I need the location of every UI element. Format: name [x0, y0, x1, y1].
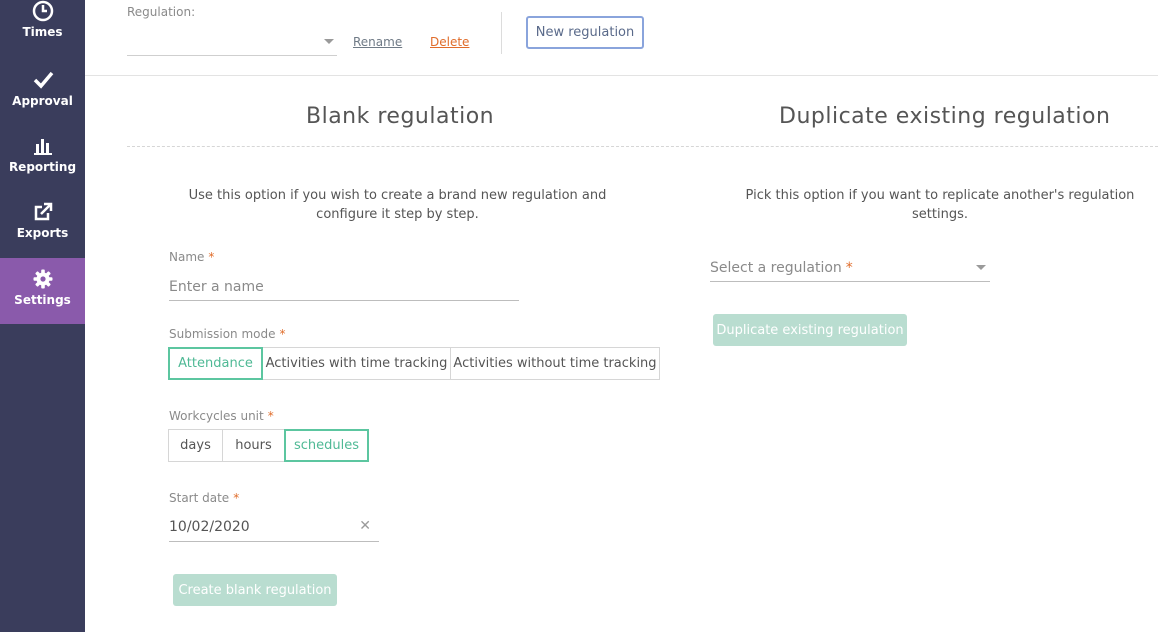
required-mark: * [208, 250, 215, 264]
blank-regulation-heading: Blank regulation [306, 104, 495, 129]
name-field-label: Name * [169, 250, 214, 264]
sidebar-item-exports[interactable]: Exports [0, 198, 85, 264]
regulation-select[interactable] [127, 32, 337, 56]
sidebar-item-label: Reporting [8, 160, 77, 174]
select-regulation-placeholder: Select a regulation * [710, 260, 853, 276]
rename-link[interactable]: Rename [353, 35, 402, 49]
duplicate-regulation-description: Pick this option if you want to replicat… [745, 188, 1135, 222]
required-mark: * [233, 491, 240, 505]
sidebar-item-label: Times [22, 25, 63, 39]
name-input[interactable] [169, 274, 519, 301]
sidebar-item-approval[interactable]: Approval [0, 66, 85, 132]
delete-link[interactable]: Delete [430, 35, 469, 49]
select-regulation-dropdown[interactable]: Select a regulation * [710, 256, 990, 282]
submission-mode-toggle: Attendance Activities with time tracking… [168, 347, 660, 380]
new-regulation-button[interactable]: New regulation [526, 16, 644, 49]
close-icon[interactable]: ✕ [359, 518, 371, 534]
select-regulation-placeholder-text: Select a regulation [710, 260, 842, 276]
checkmark-icon [33, 71, 53, 89]
sidebar-item-settings[interactable]: Settings [0, 258, 85, 324]
sidebar-item-label: Approval [12, 94, 73, 108]
bar-chart-icon [33, 139, 52, 155]
clock-icon [32, 0, 53, 22]
duplicate-existing-regulation-button[interactable]: Duplicate existing regulation [713, 314, 907, 346]
gear-icon [33, 269, 52, 289]
duplicate-regulation-heading: Duplicate existing regulation [779, 104, 1111, 129]
divider [501, 12, 502, 54]
start-date-value: 10/02/2020 [169, 519, 250, 535]
start-date-field[interactable]: 10/02/2020 ✕ [169, 515, 379, 542]
required-mark: * [279, 327, 286, 341]
export-icon [34, 202, 52, 221]
workcycles-option-hours[interactable]: hours [222, 429, 285, 462]
workcycles-option-days[interactable]: days [168, 429, 223, 462]
workcycles-unit-label: Workcycles unit * [169, 409, 274, 423]
workcycles-unit-label-text: Workcycles unit [169, 409, 264, 423]
name-label-text: Name [169, 250, 205, 264]
submission-option-activities-without-time-tracking[interactable]: Activities without time tracking [450, 347, 660, 380]
create-blank-regulation-button[interactable]: Create blank regulation [173, 574, 337, 606]
start-date-label: Start date * [169, 491, 239, 505]
blank-regulation-description: Use this option if you wish to create a … [188, 188, 607, 222]
submission-option-attendance[interactable]: Attendance [168, 347, 263, 380]
sidebar-item-label: Exports [16, 226, 69, 240]
start-date-label-text: Start date [169, 491, 230, 505]
section-divider [127, 146, 1158, 147]
sidebar-item-reporting[interactable]: Reporting [0, 132, 85, 198]
sidebar: Times Approval Reporting Exports Setting… [0, 0, 85, 632]
chevron-down-icon [976, 265, 986, 270]
required-mark: * [845, 260, 853, 276]
regulation-toolbar: Regulation: Rename Delete New regulation [85, 0, 1158, 76]
sidebar-item-times[interactable]: Times [0, 0, 85, 66]
workcycles-option-schedules[interactable]: schedules [284, 429, 369, 462]
submission-mode-label: Submission mode * [169, 327, 286, 341]
workcycles-unit-toggle: days hours schedules [168, 429, 369, 462]
submission-option-activities-with-time-tracking[interactable]: Activities with time tracking [262, 347, 451, 380]
sidebar-item-label: Settings [14, 293, 71, 307]
regulation-label: Regulation: [127, 5, 196, 19]
submission-mode-label-text: Submission mode [169, 327, 276, 341]
chevron-down-icon [324, 39, 334, 44]
required-mark: * [267, 409, 274, 423]
